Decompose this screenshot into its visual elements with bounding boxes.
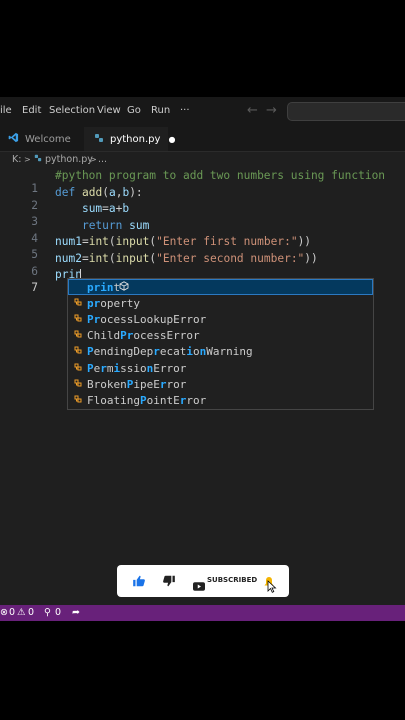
tab-welcome[interactable]: Welcome	[0, 127, 84, 151]
suggestion-label: ProcessLookupError	[87, 312, 207, 326]
suggestion-label: FloatingPointError	[87, 393, 207, 407]
suggestion-item[interactable]: ChildProcessError	[68, 328, 373, 344]
suggestion-label: BrokenPipeError	[87, 377, 187, 391]
menu-edit[interactable]: Edit	[22, 105, 41, 116]
suggestion-label: PendingDeprecationWarning	[87, 345, 253, 359]
suggestion-label: property	[87, 296, 140, 310]
menu-file[interactable]: ile	[0, 105, 12, 116]
suggestion-item[interactable]: BrokenPipeError	[68, 376, 373, 392]
breadcrumb-more[interactable]: ...	[98, 154, 107, 165]
class-icon	[71, 345, 84, 358]
line-number: 7	[31, 281, 38, 294]
line-text: def add(a,b):	[55, 185, 143, 199]
line-text: num2=int(input("Enter second number:"))	[55, 251, 318, 265]
chevron-right-icon: >	[90, 155, 97, 164]
line-text: return sum	[81, 218, 150, 232]
class-icon	[71, 378, 84, 391]
code-line[interactable]: 6 num2=int(input("Enter second number:")…	[0, 251, 405, 278]
python-icon	[94, 133, 104, 146]
suggestion-item[interactable]: FloatingPointError	[68, 392, 373, 408]
breadcrumb-root[interactable]: K:	[12, 154, 21, 165]
code-line[interactable]: 2 def add(a,b):	[0, 185, 405, 212]
error-count[interactable]: 0	[9, 607, 15, 618]
suggestion-item[interactable]: PendingDeprecationWarning	[68, 344, 373, 360]
tab-bar: Welcome python.py ●	[0, 127, 405, 152]
warning-icon[interactable]: ⚠	[17, 607, 26, 618]
warning-count[interactable]: 0	[28, 607, 34, 618]
error-icon[interactable]: ⊗	[0, 607, 8, 618]
class-icon	[71, 313, 84, 326]
suggestion-label: print	[87, 280, 121, 294]
live-share-icon[interactable]: ➦	[72, 607, 80, 618]
youtube-overlay: SUBSCRIBED	[117, 565, 289, 597]
chevron-right-icon: >	[24, 155, 31, 164]
line-text: sum=a+b	[81, 202, 130, 215]
tab-label: python.py	[110, 133, 161, 145]
suggestion-item[interactable]: ProcessLookupError	[68, 311, 373, 327]
code-line[interactable]: 1 #python program to add two numbers usi…	[0, 169, 405, 195]
menu-view[interactable]: View	[97, 105, 121, 116]
command-center-search[interactable]	[287, 102, 405, 121]
back-arrow-icon[interactable]: ←	[247, 103, 258, 118]
thumbs-down-icon[interactable]	[162, 573, 176, 592]
class-icon	[71, 394, 84, 407]
tab-label: Welcome	[25, 133, 71, 145]
line-text: #python program to add two numbers using…	[55, 169, 386, 182]
menubar: ile Edit Selection View Go Run ··· ← →	[0, 97, 405, 127]
subscribed-label[interactable]: SUBSCRIBED	[207, 576, 257, 584]
unsaved-dot-icon[interactable]: ●	[168, 135, 175, 144]
youtube-logo-icon[interactable]	[193, 576, 205, 595]
class-icon	[71, 362, 84, 375]
breadcrumb: K: > python.py > ...	[0, 151, 405, 169]
vscode-window: ile Edit Selection View Go Run ··· ← → W…	[0, 97, 405, 621]
code-line[interactable]: 5 num1=int(input("Enter first number:"))	[0, 235, 405, 261]
class-icon	[71, 329, 84, 342]
suggestion-item[interactable]: property	[68, 295, 373, 311]
status-bar: ⊗ 0 ⚠ 0 ⚲ 0 ➦	[0, 605, 405, 621]
mouse-pointer-icon	[267, 578, 277, 597]
menu-selection[interactable]: Selection	[49, 105, 95, 116]
breadcrumb-file[interactable]: python.py	[45, 154, 93, 165]
line-text: num1=int(input("Enter first number:"))	[55, 235, 312, 248]
suggestion-label: ChildProcessError	[87, 329, 200, 343]
forward-arrow-icon[interactable]: →	[266, 103, 277, 118]
thumbs-up-icon[interactable]	[132, 573, 146, 592]
class-icon	[71, 297, 84, 310]
menu-run[interactable]: Run	[151, 105, 170, 116]
suggestion-item[interactable]: PermissionError	[68, 360, 373, 376]
code-line[interactable]: 4 return sum	[0, 218, 405, 245]
python-icon	[34, 154, 42, 165]
suggestion-label: PermissionError	[87, 361, 187, 375]
autocomplete-widget: print property ProcessLookupError ChildP…	[67, 278, 374, 410]
tab-python-py[interactable]: python.py ●	[84, 127, 175, 151]
menu-go[interactable]: Go	[127, 105, 141, 116]
suggestion-item[interactable]: print	[68, 279, 373, 295]
code-line[interactable]: 3 sum=a+b	[0, 202, 405, 228]
vscode-logo-icon	[8, 132, 19, 146]
ports-icon[interactable]: ⚲	[44, 607, 51, 618]
menu-more[interactable]: ···	[180, 105, 190, 116]
ports-count[interactable]: 0	[55, 607, 61, 618]
